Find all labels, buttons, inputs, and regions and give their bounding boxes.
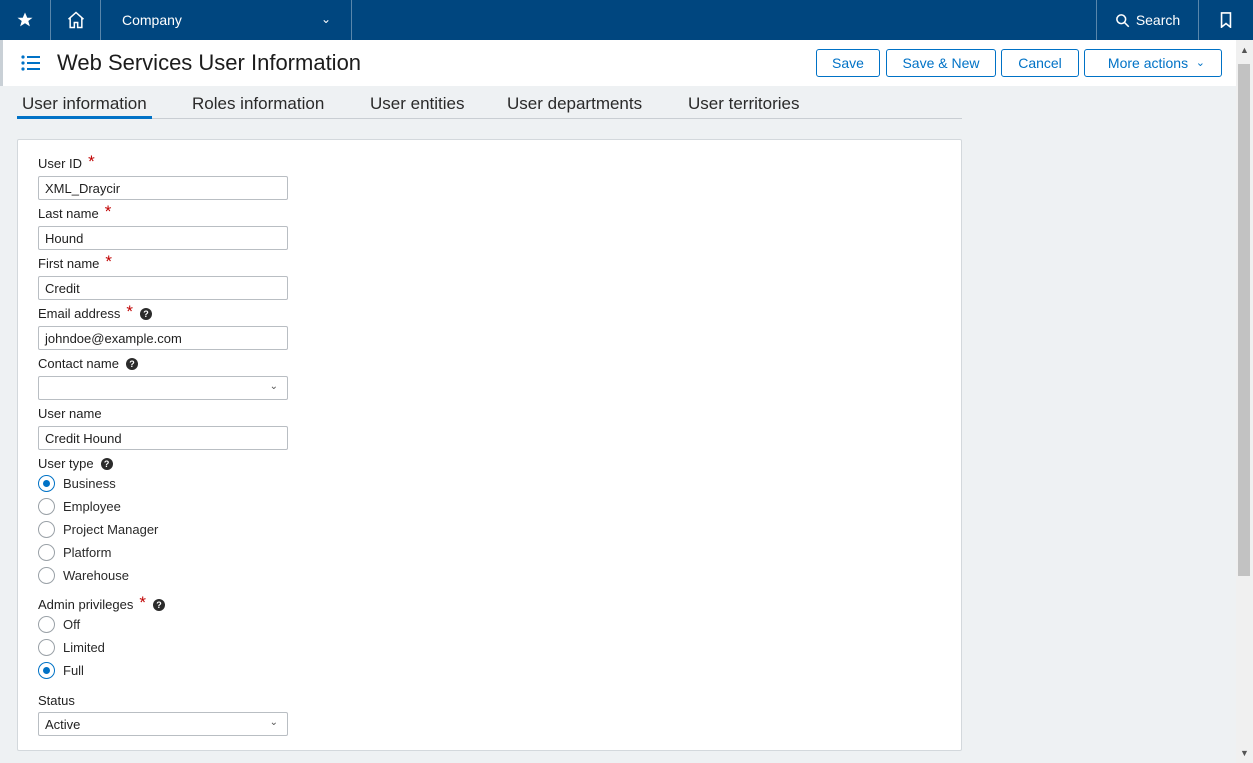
chevron-down-icon: ⌄ bbox=[320, 12, 331, 26]
user-id-label: User ID * bbox=[38, 151, 95, 172]
help-icon[interactable]: ? bbox=[125, 357, 138, 370]
scroll-down-arrow-icon[interactable]: ▼ bbox=[1236, 743, 1253, 763]
radio-label: Platform bbox=[63, 545, 112, 560]
required-asterisk: * bbox=[105, 251, 113, 271]
radio-unselected-icon[interactable] bbox=[38, 498, 55, 515]
save-and-new-button[interactable]: Save & New bbox=[886, 49, 996, 77]
search-button[interactable]: Search bbox=[1096, 0, 1199, 40]
search-icon bbox=[1115, 13, 1130, 27]
scroll-up-arrow-icon[interactable]: ▲ bbox=[1236, 40, 1253, 60]
user-type-radio-warehouse[interactable]: Warehouse bbox=[38, 567, 129, 584]
tab-user-information[interactable]: User information bbox=[17, 94, 152, 119]
radio-label: Employee bbox=[63, 499, 121, 514]
last-name-field[interactable]: Hound bbox=[38, 226, 288, 250]
radio-unselected-icon[interactable] bbox=[38, 521, 55, 538]
tab-user-departments[interactable]: User departments bbox=[507, 94, 642, 119]
radio-unselected-icon[interactable] bbox=[38, 567, 55, 584]
star-icon bbox=[17, 12, 33, 27]
admin-privileges-label-text: Admin privileges bbox=[38, 597, 134, 612]
user-type-label: User type? bbox=[38, 456, 113, 471]
last-name-label-text: Last name bbox=[38, 206, 99, 221]
list-menu-icon[interactable] bbox=[21, 54, 41, 72]
user-type-label-text: User type bbox=[38, 456, 94, 471]
radio-selected-icon[interactable] bbox=[38, 662, 55, 679]
home-button[interactable] bbox=[51, 0, 101, 40]
home-icon bbox=[67, 11, 84, 29]
tab-user-entities[interactable]: User entities bbox=[370, 94, 464, 119]
contact-name-label: Contact name? bbox=[38, 356, 138, 371]
more-actions-label: More actions bbox=[1107, 55, 1189, 71]
chevron-down-icon: ⌄ bbox=[269, 717, 278, 728]
radio-label: Off bbox=[63, 617, 81, 632]
user-type-radio-project-manager[interactable]: Project Manager bbox=[38, 521, 158, 538]
user-id-field[interactable]: XML_Draycir bbox=[38, 176, 288, 200]
admin-privileges-radio-full[interactable]: Full bbox=[38, 662, 84, 679]
email-field[interactable]: johndoe@example.com bbox=[38, 326, 288, 350]
radio-selected-icon[interactable] bbox=[38, 475, 55, 492]
email-label-text: Email address bbox=[38, 306, 121, 321]
page-title: Web Services User Information bbox=[57, 50, 362, 75]
radio-label: Business bbox=[63, 476, 116, 491]
contact-name-label-text: Contact name bbox=[38, 356, 119, 371]
status-label: Status bbox=[38, 693, 75, 708]
admin-privileges-radio-off[interactable]: Off bbox=[38, 616, 80, 633]
radio-label: Limited bbox=[63, 640, 105, 655]
radio-unselected-icon[interactable] bbox=[38, 544, 55, 561]
radio-unselected-icon[interactable] bbox=[38, 616, 55, 633]
tab-roles-information[interactable]: Roles information bbox=[192, 94, 324, 119]
user-name-field[interactable]: Credit Hound bbox=[38, 426, 288, 450]
more-actions-button[interactable]: More actions ⌄ bbox=[1084, 49, 1222, 77]
first-name-field[interactable]: Credit bbox=[38, 276, 288, 300]
help-icon[interactable]: ? bbox=[100, 457, 113, 470]
tab-user-territories[interactable]: User territories bbox=[688, 94, 799, 119]
user-type-radio-employee[interactable]: Employee bbox=[38, 498, 121, 515]
company-selector[interactable]: Company ⌄ bbox=[101, 0, 352, 40]
help-icon[interactable]: ? bbox=[140, 307, 152, 320]
radio-label: Project Manager bbox=[63, 522, 159, 537]
status-label-text: Status bbox=[38, 693, 75, 708]
first-name-label: First name * bbox=[38, 251, 113, 272]
user-id-label-text: User ID bbox=[38, 156, 83, 171]
search-label: Search bbox=[1135, 12, 1181, 28]
cancel-button[interactable]: Cancel bbox=[1001, 49, 1079, 77]
required-asterisk: * bbox=[126, 301, 133, 321]
radio-label: Warehouse bbox=[63, 568, 129, 583]
save-button[interactable]: Save bbox=[816, 49, 880, 77]
help-icon[interactable]: ? bbox=[153, 598, 165, 611]
required-asterisk: * bbox=[88, 151, 95, 171]
required-asterisk: * bbox=[104, 201, 112, 221]
tab-bar: User information Roles information User … bbox=[17, 86, 962, 119]
status-value: Active bbox=[45, 716, 81, 732]
admin-privileges-radio-limited[interactable]: Limited bbox=[38, 639, 105, 656]
contact-name-select[interactable]: ⌄ bbox=[38, 376, 288, 400]
bookmark-button[interactable] bbox=[1199, 0, 1253, 40]
required-asterisk: * bbox=[139, 592, 146, 612]
radio-label: Full bbox=[63, 663, 84, 678]
page-header: Web Services User Information Save Save … bbox=[0, 40, 1236, 86]
bookmark-icon bbox=[1220, 12, 1232, 28]
user-type-radio-platform[interactable]: Platform bbox=[38, 544, 111, 561]
status-select[interactable]: Active ⌄ bbox=[38, 712, 288, 736]
user-name-label-text: User name bbox=[38, 406, 102, 421]
chevron-down-icon: ⌄ bbox=[1195, 57, 1205, 69]
user-information-form: User ID * XML_Draycir Last name * Hound Fi… bbox=[17, 139, 962, 751]
chevron-down-icon: ⌄ bbox=[269, 381, 278, 392]
radio-unselected-icon[interactable] bbox=[38, 639, 55, 656]
favorites-button[interactable] bbox=[0, 0, 51, 40]
company-label: Company bbox=[122, 12, 182, 28]
top-navigation-bar: Company ⌄ Search bbox=[0, 0, 1253, 40]
user-type-radio-business[interactable]: Business bbox=[38, 475, 116, 492]
first-name-label-text: First name bbox=[38, 256, 100, 271]
email-label: Email address *? bbox=[38, 301, 152, 321]
last-name-label: Last name * bbox=[38, 201, 112, 222]
user-name-label: User name bbox=[38, 406, 102, 421]
scrollbar-thumb[interactable] bbox=[1238, 64, 1250, 576]
admin-privileges-label: Admin privileges *? bbox=[38, 592, 165, 612]
